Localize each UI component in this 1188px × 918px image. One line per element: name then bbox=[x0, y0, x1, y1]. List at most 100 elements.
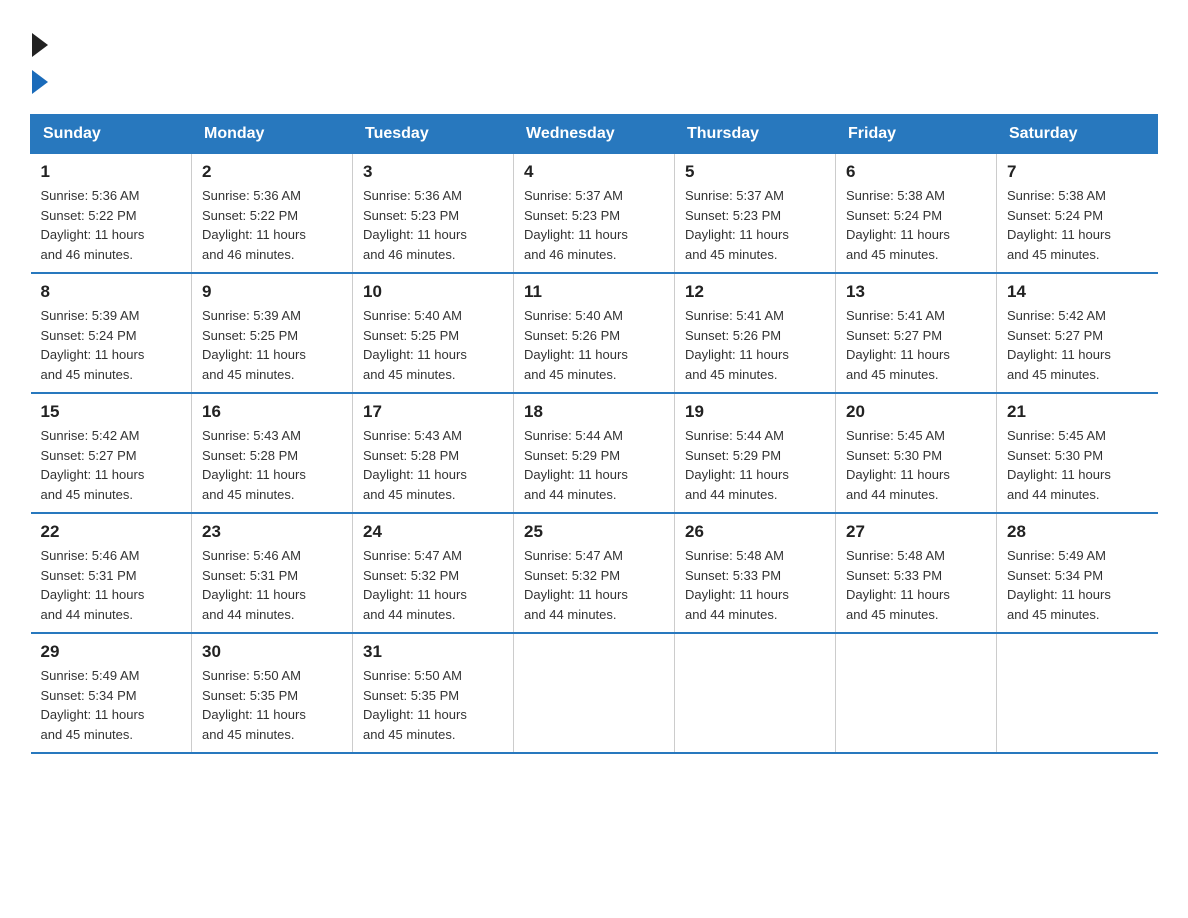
day-cell bbox=[997, 633, 1158, 753]
day-number: 9 bbox=[202, 282, 342, 302]
daylight-minutes: and 45 minutes. bbox=[363, 727, 456, 742]
sunset-label: Sunset: 5:30 PM bbox=[1007, 448, 1103, 463]
sunrise-label: Sunrise: 5:43 AM bbox=[363, 428, 462, 443]
day-cell: 14 Sunrise: 5:42 AM Sunset: 5:27 PM Dayl… bbox=[997, 273, 1158, 393]
daylight-label: Daylight: 11 hours bbox=[363, 227, 467, 242]
daylight-minutes: and 45 minutes. bbox=[202, 367, 295, 382]
logo-blue-row bbox=[30, 57, 48, 94]
calendar-table: SundayMondayTuesdayWednesdayThursdayFrid… bbox=[30, 114, 1158, 754]
logo-arrow-blue bbox=[32, 70, 48, 94]
day-info: Sunrise: 5:36 AM Sunset: 5:22 PM Dayligh… bbox=[202, 186, 342, 264]
sunrise-label: Sunrise: 5:46 AM bbox=[202, 548, 301, 563]
day-number: 1 bbox=[41, 162, 182, 182]
day-info: Sunrise: 5:37 AM Sunset: 5:23 PM Dayligh… bbox=[524, 186, 664, 264]
daylight-label: Daylight: 11 hours bbox=[202, 347, 306, 362]
sunset-label: Sunset: 5:29 PM bbox=[524, 448, 620, 463]
sunset-label: Sunset: 5:24 PM bbox=[41, 328, 137, 343]
sunrise-label: Sunrise: 5:49 AM bbox=[1007, 548, 1106, 563]
day-number: 6 bbox=[846, 162, 986, 182]
day-info: Sunrise: 5:36 AM Sunset: 5:22 PM Dayligh… bbox=[41, 186, 182, 264]
sunrise-label: Sunrise: 5:37 AM bbox=[685, 188, 784, 203]
day-cell: 9 Sunrise: 5:39 AM Sunset: 5:25 PM Dayli… bbox=[192, 273, 353, 393]
daylight-label: Daylight: 11 hours bbox=[41, 707, 145, 722]
sunset-label: Sunset: 5:27 PM bbox=[846, 328, 942, 343]
daylight-minutes: and 44 minutes. bbox=[685, 607, 778, 622]
daylight-minutes: and 45 minutes. bbox=[685, 247, 778, 262]
day-cell: 31 Sunrise: 5:50 AM Sunset: 5:35 PM Dayl… bbox=[353, 633, 514, 753]
daylight-label: Daylight: 11 hours bbox=[524, 587, 628, 602]
sunset-label: Sunset: 5:32 PM bbox=[363, 568, 459, 583]
day-number: 14 bbox=[1007, 282, 1148, 302]
sunrise-label: Sunrise: 5:47 AM bbox=[363, 548, 462, 563]
day-number: 28 bbox=[1007, 522, 1148, 542]
daylight-minutes: and 46 minutes. bbox=[363, 247, 456, 262]
day-info: Sunrise: 5:49 AM Sunset: 5:34 PM Dayligh… bbox=[1007, 546, 1148, 624]
daylight-minutes: and 44 minutes. bbox=[202, 607, 295, 622]
day-cell: 5 Sunrise: 5:37 AM Sunset: 5:23 PM Dayli… bbox=[675, 154, 836, 274]
day-number: 31 bbox=[363, 642, 503, 662]
sunset-label: Sunset: 5:24 PM bbox=[846, 208, 942, 223]
sunrise-label: Sunrise: 5:45 AM bbox=[846, 428, 945, 443]
daylight-label: Daylight: 11 hours bbox=[41, 467, 145, 482]
daylight-label: Daylight: 11 hours bbox=[1007, 587, 1111, 602]
sunset-label: Sunset: 5:23 PM bbox=[685, 208, 781, 223]
day-info: Sunrise: 5:38 AM Sunset: 5:24 PM Dayligh… bbox=[846, 186, 986, 264]
day-number: 25 bbox=[524, 522, 664, 542]
sunset-label: Sunset: 5:28 PM bbox=[202, 448, 298, 463]
daylight-label: Daylight: 11 hours bbox=[846, 467, 950, 482]
sunset-label: Sunset: 5:31 PM bbox=[41, 568, 137, 583]
day-number: 11 bbox=[524, 282, 664, 302]
sunset-label: Sunset: 5:26 PM bbox=[524, 328, 620, 343]
daylight-minutes: and 45 minutes. bbox=[41, 367, 134, 382]
sunrise-label: Sunrise: 5:41 AM bbox=[685, 308, 784, 323]
day-info: Sunrise: 5:43 AM Sunset: 5:28 PM Dayligh… bbox=[363, 426, 503, 504]
day-number: 18 bbox=[524, 402, 664, 422]
day-number: 24 bbox=[363, 522, 503, 542]
day-info: Sunrise: 5:46 AM Sunset: 5:31 PM Dayligh… bbox=[41, 546, 182, 624]
day-info: Sunrise: 5:40 AM Sunset: 5:26 PM Dayligh… bbox=[524, 306, 664, 384]
sunrise-label: Sunrise: 5:44 AM bbox=[685, 428, 784, 443]
day-cell: 26 Sunrise: 5:48 AM Sunset: 5:33 PM Dayl… bbox=[675, 513, 836, 633]
day-info: Sunrise: 5:43 AM Sunset: 5:28 PM Dayligh… bbox=[202, 426, 342, 504]
day-cell: 8 Sunrise: 5:39 AM Sunset: 5:24 PM Dayli… bbox=[31, 273, 192, 393]
daylight-label: Daylight: 11 hours bbox=[363, 467, 467, 482]
day-info: Sunrise: 5:48 AM Sunset: 5:33 PM Dayligh… bbox=[685, 546, 825, 624]
day-cell: 27 Sunrise: 5:48 AM Sunset: 5:33 PM Dayl… bbox=[836, 513, 997, 633]
sunset-label: Sunset: 5:25 PM bbox=[363, 328, 459, 343]
daylight-minutes: and 46 minutes. bbox=[524, 247, 617, 262]
day-number: 19 bbox=[685, 402, 825, 422]
day-number: 5 bbox=[685, 162, 825, 182]
day-cell: 4 Sunrise: 5:37 AM Sunset: 5:23 PM Dayli… bbox=[514, 154, 675, 274]
sunrise-label: Sunrise: 5:44 AM bbox=[524, 428, 623, 443]
day-cell: 21 Sunrise: 5:45 AM Sunset: 5:30 PM Dayl… bbox=[997, 393, 1158, 513]
sunrise-label: Sunrise: 5:38 AM bbox=[846, 188, 945, 203]
day-cell bbox=[675, 633, 836, 753]
day-info: Sunrise: 5:37 AM Sunset: 5:23 PM Dayligh… bbox=[685, 186, 825, 264]
sunset-label: Sunset: 5:24 PM bbox=[1007, 208, 1103, 223]
sunset-label: Sunset: 5:27 PM bbox=[41, 448, 137, 463]
sunrise-label: Sunrise: 5:43 AM bbox=[202, 428, 301, 443]
daylight-minutes: and 45 minutes. bbox=[41, 487, 134, 502]
daylight-label: Daylight: 11 hours bbox=[524, 347, 628, 362]
day-info: Sunrise: 5:47 AM Sunset: 5:32 PM Dayligh… bbox=[363, 546, 503, 624]
sunrise-label: Sunrise: 5:40 AM bbox=[363, 308, 462, 323]
daylight-minutes: and 45 minutes. bbox=[363, 487, 456, 502]
calendar-header-row: SundayMondayTuesdayWednesdayThursdayFrid… bbox=[31, 115, 1158, 154]
column-header-saturday: Saturday bbox=[997, 115, 1158, 154]
day-info: Sunrise: 5:41 AM Sunset: 5:26 PM Dayligh… bbox=[685, 306, 825, 384]
sunrise-label: Sunrise: 5:40 AM bbox=[524, 308, 623, 323]
day-number: 27 bbox=[846, 522, 986, 542]
day-info: Sunrise: 5:49 AM Sunset: 5:34 PM Dayligh… bbox=[41, 666, 182, 744]
day-number: 22 bbox=[41, 522, 182, 542]
daylight-minutes: and 45 minutes. bbox=[1007, 367, 1100, 382]
daylight-minutes: and 45 minutes. bbox=[524, 367, 617, 382]
day-info: Sunrise: 5:38 AM Sunset: 5:24 PM Dayligh… bbox=[1007, 186, 1148, 264]
day-info: Sunrise: 5:39 AM Sunset: 5:24 PM Dayligh… bbox=[41, 306, 182, 384]
sunset-label: Sunset: 5:34 PM bbox=[41, 688, 137, 703]
logo-arrow-black bbox=[32, 33, 48, 57]
day-number: 26 bbox=[685, 522, 825, 542]
day-cell: 16 Sunrise: 5:43 AM Sunset: 5:28 PM Dayl… bbox=[192, 393, 353, 513]
day-cell: 24 Sunrise: 5:47 AM Sunset: 5:32 PM Dayl… bbox=[353, 513, 514, 633]
sunset-label: Sunset: 5:22 PM bbox=[202, 208, 298, 223]
daylight-label: Daylight: 11 hours bbox=[1007, 347, 1111, 362]
